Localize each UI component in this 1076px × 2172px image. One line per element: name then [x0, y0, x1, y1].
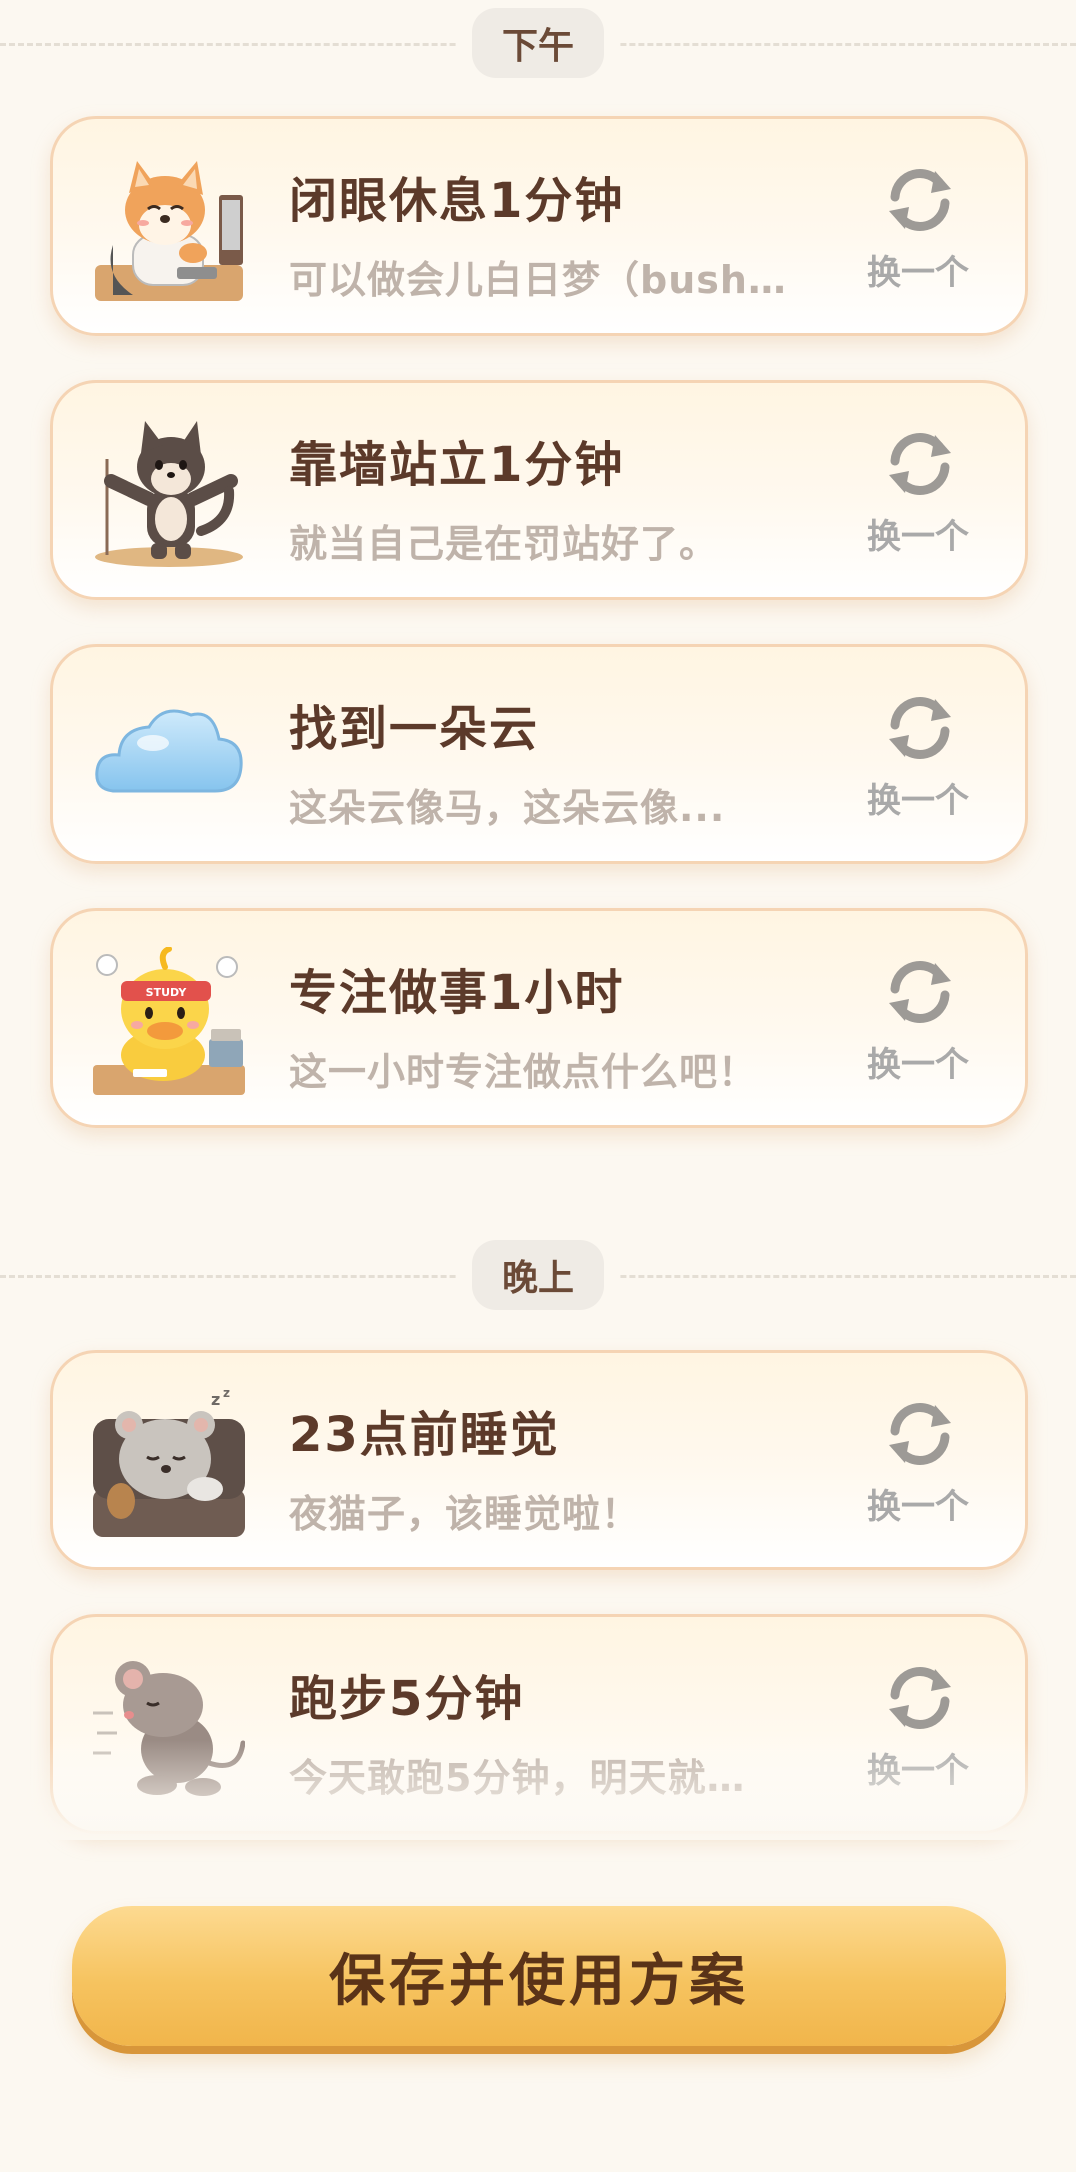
habit-title: 找到一朵云	[289, 701, 540, 757]
swap-label: 换一个	[867, 1751, 969, 1791]
husky-dog-standing-icon	[95, 421, 243, 567]
refresh-icon	[889, 961, 951, 1023]
swap-button[interactable]: 换一个	[853, 427, 983, 567]
refresh-icon	[889, 433, 951, 495]
swap-label: 换一个	[867, 1045, 969, 1085]
duck-studying-icon: STUDY	[93, 947, 245, 1095]
sleepy-bear-in-bed-icon: z z	[93, 1389, 245, 1537]
swap-button[interactable]: 换一个	[853, 955, 983, 1095]
section-label: 下午	[472, 8, 604, 78]
habit-card-sleep-before-23[interactable]: z z 23点前睡觉 夜猫子，该睡觉啦！ 换一个	[50, 1350, 1028, 1570]
section-divider-evening: 晚上	[0, 1240, 1076, 1310]
habit-description: 今天敢跑5分钟，明天就…	[289, 1756, 746, 1800]
habit-description: 夜猫子，该睡觉啦！	[289, 1492, 641, 1536]
habit-description: 就当自己是在罚站好了。	[289, 522, 719, 566]
refresh-icon	[889, 697, 951, 759]
habit-title: 专注做事1小时	[289, 965, 625, 1021]
habit-title: 闭眼休息1分钟	[289, 173, 625, 229]
section-divider-afternoon: 下午	[0, 8, 1076, 78]
habit-card-run-5min[interactable]: 跑步5分钟 今天敢跑5分钟，明天就… 换一个	[50, 1614, 1028, 1834]
section-label: 晚上	[472, 1240, 604, 1310]
swap-label: 换一个	[867, 517, 969, 557]
svg-text:STUDY: STUDY	[146, 986, 188, 999]
cloud-icon	[95, 709, 243, 793]
swap-button[interactable]: 换一个	[853, 1397, 983, 1537]
habit-title: 跑步5分钟	[289, 1671, 525, 1727]
plan-editor-screen: 下午 闭眼休息1分钟 可以做会儿白日梦（bush… 换一个 靠墙站立1分钟 就当…	[0, 0, 1076, 2172]
refresh-icon	[889, 1403, 951, 1465]
habit-title: 23点前睡觉	[289, 1407, 560, 1463]
swap-label: 换一个	[867, 781, 969, 821]
swap-button[interactable]: 换一个	[853, 691, 983, 831]
corgi-dog-at-desk-icon	[95, 161, 243, 301]
svg-text:z: z	[223, 1389, 230, 1400]
swap-label: 换一个	[867, 1487, 969, 1527]
habit-description: 可以做会儿白日梦（bush…	[289, 258, 787, 302]
save-and-use-plan-button[interactable]: 保存并使用方案	[72, 1906, 1006, 2046]
habit-description: 这一小时专注做点什么吧！	[289, 1050, 758, 1094]
swap-label: 换一个	[867, 253, 969, 293]
refresh-icon	[889, 169, 951, 231]
running-mouse-icon	[93, 1661, 245, 1796]
refresh-icon	[889, 1667, 951, 1729]
habit-card-find-cloud[interactable]: 找到一朵云 这朵云像马，这朵云像... 换一个	[50, 644, 1028, 864]
habit-card-rest-eyes[interactable]: 闭眼休息1分钟 可以做会儿白日梦（bush… 换一个	[50, 116, 1028, 336]
svg-text:z: z	[211, 1390, 220, 1409]
habit-description: 这朵云像马，这朵云像...	[289, 786, 726, 830]
swap-button[interactable]: 换一个	[853, 163, 983, 303]
habit-card-stand-wall[interactable]: 靠墙站立1分钟 就当自己是在罚站好了。 换一个	[50, 380, 1028, 600]
swap-button[interactable]: 换一个	[853, 1661, 983, 1801]
habit-card-focus-hour[interactable]: STUDY 专注做事1小时 这一小时专注做点什么吧！ 换一个	[50, 908, 1028, 1128]
habit-title: 靠墙站立1分钟	[289, 437, 625, 493]
